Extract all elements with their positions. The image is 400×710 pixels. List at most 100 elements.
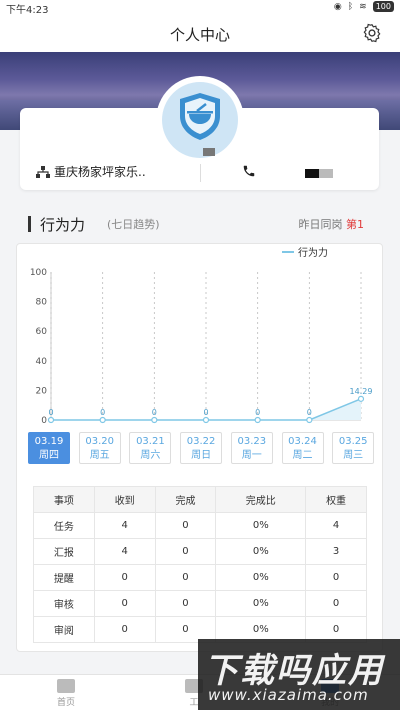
y-tick-label: 60 [36,327,48,337]
day-weekday: 周四 [39,450,59,461]
org-info[interactable]: 重庆杨家坪家乐.. [36,163,146,180]
day-button[interactable]: 03.22 周日 [180,432,223,464]
y-tick-label: 80 [36,298,48,308]
status-icons: ◉ ᛒ ≋ 100 [334,1,394,12]
data-point [202,416,210,424]
table-cell: 0 [154,590,217,617]
day-date: 03.19 [34,436,64,447]
data-point [306,416,313,424]
wifi-icon: ≋ [359,1,367,12]
data-label: 0 [255,408,260,417]
day-button[interactable]: 03.24 周二 [281,432,324,464]
table-cell: 0% [215,512,307,539]
table-row: 汇报 4 0 0% 3 [33,538,367,565]
org-name: 重庆杨家坪家乐.. [54,165,146,179]
data-point [47,416,55,424]
watermark-title: 下载吗应用 [204,651,384,691]
rank-value: 第1 [346,218,364,231]
day-weekday: 周一 [241,450,262,461]
rank-prefix: 昨日同岗 [298,218,343,231]
table-cell: 4 [93,538,156,565]
org-chart-icon [36,165,50,178]
table-cell: 0 [93,564,156,591]
profile-info-row: 重庆杨家坪家乐.. [20,160,379,188]
table-cell: 0 [93,590,156,617]
table-cell: 0% [215,590,307,617]
column-header: 完成比 [215,486,307,513]
table-row: 提醒 0 0 0% 0 [33,564,367,591]
table-cell: 0% [215,564,307,591]
battery-level: 100 [372,1,394,12]
table-cell: 0 [154,512,217,539]
day-weekday: 周二 [292,450,313,461]
section-subtitle: (七日趋势) [107,218,160,231]
table-row: 任务 4 0 0% 4 [33,512,367,539]
watermark-url: www.xiazaima.com [208,686,369,704]
data-point [151,416,158,424]
shield-icon [180,93,220,140]
table-cell: 0% [215,538,307,565]
day-date: 03.23 [237,436,267,447]
day-button[interactable]: 03.19 周四 [28,432,70,464]
data-point [254,416,261,424]
table-cell: 0 [305,564,367,591]
watermark: 下载吗应用 www.xiazaima.com [198,639,400,710]
day-date: 03.25 [338,436,368,447]
table-row: 审核 0 0 0% 0 [33,590,367,617]
day-weekday: 周日 [191,450,212,461]
table-cell: 审核 [33,590,95,617]
chart-legend[interactable]: 行为力 [282,244,328,259]
y-tick-label: 20 [36,386,48,396]
nav-home[interactable]: 首页 [36,679,96,708]
legend-swatch [282,250,294,253]
table-cell: 0 [154,564,217,591]
phone-icon[interactable] [242,164,256,178]
page-title: 个人中心 [169,26,230,44]
day-date: 03.21 [136,436,165,447]
y-tick-label: 100 [30,268,47,278]
data-label: 0 [203,408,208,417]
day-selector: 03.19 周四 03.20 周五 03.21 周六 03.22 周日 03.23 周一 03.24… [28,432,375,464]
data-label: 0 [100,408,105,417]
day-date: 03.24 [288,436,317,447]
table-cell: 任务 [33,512,95,539]
y-tick-label: 40 [36,357,48,367]
status-bar: 下午4:23 ◉ ᛒ ≋ 100 [0,0,400,16]
data-label: 0 [307,408,312,417]
table-cell: 提醒 [33,564,95,591]
info-divider [200,164,201,182]
table-cell: 4 [93,512,156,539]
phone-number-redacted [305,169,333,178]
table-header-row: 事项 收到 完成 完成比 权重 [33,486,367,513]
column-header: 权重 [305,486,367,513]
day-button[interactable]: 03.23 周一 [230,432,273,464]
day-date: 03.20 [85,436,114,447]
gear-icon[interactable] [362,23,382,43]
nav-home-label: 首页 [56,698,75,708]
section-marker [28,216,31,232]
table-cell: 0 [305,590,367,617]
header: 个人中心 [0,14,400,52]
table-cell: 0 [93,616,156,643]
data-point [99,416,106,424]
bluetooth-icon: ᛒ [347,1,354,12]
table-cell: 审阅 [33,616,95,643]
data-label: 0 [152,408,157,417]
signal-icon: ◉ [333,1,342,12]
day-button[interactable]: 03.25 周三 [332,432,375,464]
day-weekday: 周六 [140,450,161,461]
home-icon [57,679,75,693]
table-cell: 3 [305,538,367,565]
data-point [357,395,365,402]
day-date: 03.22 [186,436,216,447]
table-cell: 0 [154,538,217,565]
column-header: 收到 [93,486,156,513]
column-header: 事项 [33,486,95,513]
user-name-redacted [203,148,215,156]
day-button[interactable]: 03.21 周六 [129,432,172,464]
legend-label: 行为力 [298,248,328,259]
day-button[interactable]: 03.20 周五 [78,432,121,464]
data-label: 0 [48,408,53,417]
avatar[interactable] [156,76,244,164]
day-weekday: 周五 [89,450,110,461]
